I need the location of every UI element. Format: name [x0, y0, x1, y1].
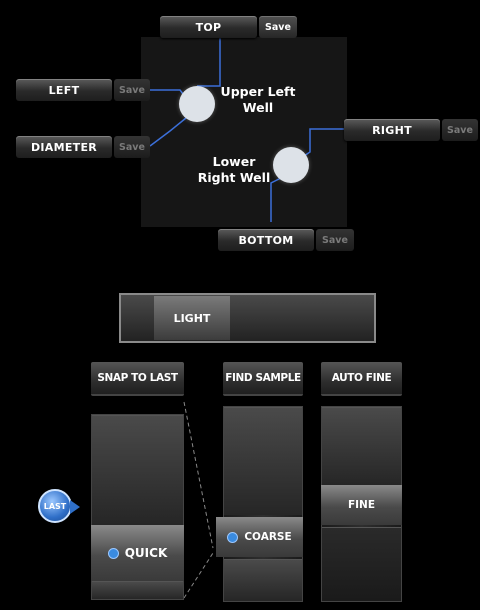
auto-fine-upper-segment[interactable]: [322, 407, 401, 485]
snap-to-last-header[interactable]: SNAP TO LAST: [91, 362, 184, 396]
diameter-button[interactable]: DIAMETER: [16, 136, 112, 158]
find-sample-lower-segment[interactable]: [224, 559, 302, 601]
lower-right-well-circle: [273, 147, 309, 183]
left-button[interactable]: LEFT: [16, 79, 112, 101]
coarse-selected-dot: [227, 531, 239, 543]
fine-option[interactable]: FINE: [321, 485, 402, 525]
top-save-button[interactable]: Save: [259, 16, 297, 38]
coarse-label: COARSE: [244, 531, 292, 543]
find-sample-upper-segment[interactable]: [224, 407, 302, 515]
light-slider-handle[interactable]: LIGHT: [154, 296, 230, 340]
find-sample-header[interactable]: FIND SAMPLE: [223, 362, 303, 396]
upper-left-well-line2: Well: [242, 100, 274, 115]
snap-to-last-lower-segment[interactable]: [92, 581, 183, 599]
fine-label: FINE: [347, 499, 376, 511]
lower-right-well-line2: Right Well: [197, 170, 271, 185]
diameter-save-button[interactable]: Save: [114, 136, 150, 158]
quick-selected-dot: [107, 547, 119, 559]
upper-left-well-circle: [179, 86, 215, 122]
last-position-badge[interactable]: LAST: [38, 489, 80, 523]
lower-right-well-line1: Lower: [212, 154, 256, 169]
left-save-button[interactable]: Save: [114, 79, 150, 101]
bottom-button[interactable]: BOTTOM: [218, 229, 314, 251]
top-button[interactable]: TOP: [160, 16, 257, 38]
quick-option[interactable]: QUICK: [91, 525, 184, 581]
upper-left-well-line1: Upper Left: [220, 84, 296, 99]
right-button[interactable]: RIGHT: [344, 119, 440, 141]
right-save-button[interactable]: Save: [442, 119, 478, 141]
auto-fine-header[interactable]: AUTO FINE: [321, 362, 402, 396]
quick-label: QUICK: [124, 546, 168, 560]
bottom-save-button[interactable]: Save: [316, 229, 354, 251]
snap-to-last-upper-segment[interactable]: [92, 415, 183, 525]
upper-left-well-label: Upper Left Well: [218, 84, 298, 116]
coarse-option[interactable]: COARSE: [216, 517, 303, 557]
lower-right-well-label: Lower Right Well: [194, 154, 274, 186]
auto-fine-lower-segment[interactable]: [322, 527, 401, 601]
